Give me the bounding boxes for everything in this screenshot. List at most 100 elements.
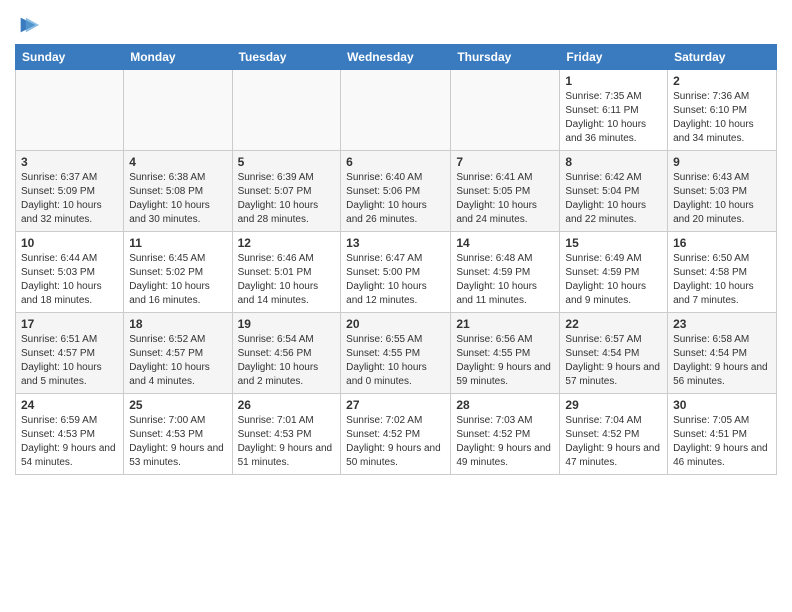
calendar-day-cell <box>16 70 124 151</box>
calendar-week-row: 3 Sunrise: 6:37 AM Sunset: 5:09 PM Daylig… <box>16 151 777 232</box>
day-detail: Sunrise: 6:48 AM Sunset: 4:59 PM Dayligh… <box>456 252 554 308</box>
day-number: 10 <box>21 236 118 250</box>
calendar-day-cell: 10 Sunrise: 6:44 AM Sunset: 5:03 PM Dayli… <box>16 232 124 313</box>
calendar-day-header: Sunday <box>16 45 124 70</box>
day-detail: Sunrise: 6:55 AM Sunset: 4:55 PM Dayligh… <box>346 333 445 389</box>
day-detail: Sunrise: 7:01 AM Sunset: 4:53 PM Dayligh… <box>238 414 336 470</box>
day-detail: Sunrise: 6:37 AM Sunset: 5:09 PM Dayligh… <box>21 171 118 227</box>
calendar-day-cell <box>341 70 451 151</box>
day-number: 7 <box>456 155 554 169</box>
day-detail: Sunrise: 6:54 AM Sunset: 4:56 PM Dayligh… <box>238 333 336 389</box>
calendar-day-header: Tuesday <box>232 45 341 70</box>
logo <box>15 14 39 36</box>
day-detail: Sunrise: 6:40 AM Sunset: 5:06 PM Dayligh… <box>346 171 445 227</box>
day-number: 6 <box>346 155 445 169</box>
calendar-day-cell: 23 Sunrise: 6:58 AM Sunset: 4:54 PM Dayli… <box>668 313 777 394</box>
calendar-day-cell: 19 Sunrise: 6:54 AM Sunset: 4:56 PM Dayli… <box>232 313 341 394</box>
day-number: 11 <box>129 236 226 250</box>
day-number: 27 <box>346 398 445 412</box>
calendar-day-cell: 4Sunrise: 6:38 AM Sunset: 5:08 PM Daylig… <box>124 151 232 232</box>
calendar-day-cell: 22Sunrise: 6:57 AM Sunset: 4:54 PM Dayli… <box>560 313 668 394</box>
calendar-day-cell: 7 Sunrise: 6:41 AM Sunset: 5:05 PM Daylig… <box>451 151 560 232</box>
calendar-day-cell: 14 Sunrise: 6:48 AM Sunset: 4:59 PM Dayli… <box>451 232 560 313</box>
calendar-day-cell: 27 Sunrise: 7:02 AM Sunset: 4:52 PM Dayli… <box>341 394 451 475</box>
day-detail: Sunrise: 7:35 AM Sunset: 6:11 PM Dayligh… <box>565 90 662 146</box>
day-detail: Sunrise: 6:56 AM Sunset: 4:55 PM Dayligh… <box>456 333 554 389</box>
calendar-week-row: 10 Sunrise: 6:44 AM Sunset: 5:03 PM Dayli… <box>16 232 777 313</box>
day-detail: Sunrise: 6:51 AM Sunset: 4:57 PM Dayligh… <box>21 333 118 389</box>
day-detail: Sunrise: 6:47 AM Sunset: 5:00 PM Dayligh… <box>346 252 445 308</box>
calendar-day-cell <box>124 70 232 151</box>
calendar-day-cell: 26 Sunrise: 7:01 AM Sunset: 4:53 PM Dayli… <box>232 394 341 475</box>
calendar-day-cell: 3 Sunrise: 6:37 AM Sunset: 5:09 PM Daylig… <box>16 151 124 232</box>
day-detail: Sunrise: 6:49 AM Sunset: 4:59 PM Dayligh… <box>565 252 662 308</box>
day-number: 28 <box>456 398 554 412</box>
calendar-day-header: Thursday <box>451 45 560 70</box>
calendar-day-header: Friday <box>560 45 668 70</box>
day-detail: Sunrise: 6:57 AM Sunset: 4:54 PM Dayligh… <box>565 333 662 389</box>
calendar-day-cell: 1Sunrise: 7:35 AM Sunset: 6:11 PM Daylig… <box>560 70 668 151</box>
calendar-day-cell: 17 Sunrise: 6:51 AM Sunset: 4:57 PM Dayli… <box>16 313 124 394</box>
day-detail: Sunrise: 7:00 AM Sunset: 4:53 PM Dayligh… <box>129 414 226 470</box>
calendar-header-row: SundayMondayTuesdayWednesdayThursdayFrid… <box>16 45 777 70</box>
day-detail: Sunrise: 7:04 AM Sunset: 4:52 PM Dayligh… <box>565 414 662 470</box>
day-number: 2 <box>673 74 771 88</box>
calendar-day-cell: 11Sunrise: 6:45 AM Sunset: 5:02 PM Dayli… <box>124 232 232 313</box>
day-detail: Sunrise: 6:39 AM Sunset: 5:07 PM Dayligh… <box>238 171 336 227</box>
day-detail: Sunrise: 6:44 AM Sunset: 5:03 PM Dayligh… <box>21 252 118 308</box>
page-container: SundayMondayTuesdayWednesdayThursdayFrid… <box>0 0 792 490</box>
calendar-day-header: Wednesday <box>341 45 451 70</box>
day-number: 17 <box>21 317 118 331</box>
calendar-week-row: 17 Sunrise: 6:51 AM Sunset: 4:57 PM Dayli… <box>16 313 777 394</box>
calendar-day-cell: 21 Sunrise: 6:56 AM Sunset: 4:55 PM Dayli… <box>451 313 560 394</box>
calendar-day-header: Monday <box>124 45 232 70</box>
day-detail: Sunrise: 7:03 AM Sunset: 4:52 PM Dayligh… <box>456 414 554 470</box>
calendar-day-cell: 8 Sunrise: 6:42 AM Sunset: 5:04 PM Daylig… <box>560 151 668 232</box>
day-number: 14 <box>456 236 554 250</box>
day-number: 4 <box>129 155 226 169</box>
day-number: 20 <box>346 317 445 331</box>
calendar-day-cell <box>232 70 341 151</box>
day-detail: Sunrise: 6:42 AM Sunset: 5:04 PM Dayligh… <box>565 171 662 227</box>
day-number: 25 <box>129 398 226 412</box>
calendar-day-cell: 30Sunrise: 7:05 AM Sunset: 4:51 PM Dayli… <box>668 394 777 475</box>
calendar-day-cell: 18Sunrise: 6:52 AM Sunset: 4:57 PM Dayli… <box>124 313 232 394</box>
calendar-day-cell: 29 Sunrise: 7:04 AM Sunset: 4:52 PM Dayli… <box>560 394 668 475</box>
day-detail: Sunrise: 6:43 AM Sunset: 5:03 PM Dayligh… <box>673 171 771 227</box>
calendar-week-row: 24 Sunrise: 6:59 AM Sunset: 4:53 PM Dayli… <box>16 394 777 475</box>
calendar-day-cell: 12 Sunrise: 6:46 AM Sunset: 5:01 PM Dayli… <box>232 232 341 313</box>
day-number: 23 <box>673 317 771 331</box>
day-number: 8 <box>565 155 662 169</box>
day-number: 21 <box>456 317 554 331</box>
page-header <box>15 10 777 36</box>
calendar-day-cell: 20 Sunrise: 6:55 AM Sunset: 4:55 PM Dayli… <box>341 313 451 394</box>
day-detail: Sunrise: 7:36 AM Sunset: 6:10 PM Dayligh… <box>673 90 771 146</box>
day-detail: Sunrise: 6:46 AM Sunset: 5:01 PM Dayligh… <box>238 252 336 308</box>
day-number: 19 <box>238 317 336 331</box>
calendar-day-cell: 24 Sunrise: 6:59 AM Sunset: 4:53 PM Dayli… <box>16 394 124 475</box>
calendar-table: SundayMondayTuesdayWednesdayThursdayFrid… <box>15 44 777 475</box>
day-detail: Sunrise: 6:59 AM Sunset: 4:53 PM Dayligh… <box>21 414 118 470</box>
calendar-day-cell: 13Sunrise: 6:47 AM Sunset: 5:00 PM Dayli… <box>341 232 451 313</box>
day-number: 24 <box>21 398 118 412</box>
calendar-day-header: Saturday <box>668 45 777 70</box>
calendar-day-cell: 16 Sunrise: 6:50 AM Sunset: 4:58 PM Dayli… <box>668 232 777 313</box>
day-detail: Sunrise: 6:52 AM Sunset: 4:57 PM Dayligh… <box>129 333 226 389</box>
day-detail: Sunrise: 6:58 AM Sunset: 4:54 PM Dayligh… <box>673 333 771 389</box>
calendar-week-row: 1Sunrise: 7:35 AM Sunset: 6:11 PM Daylig… <box>16 70 777 151</box>
day-detail: Sunrise: 6:50 AM Sunset: 4:58 PM Dayligh… <box>673 252 771 308</box>
day-number: 5 <box>238 155 336 169</box>
day-number: 29 <box>565 398 662 412</box>
day-number: 9 <box>673 155 771 169</box>
calendar-day-cell: 28 Sunrise: 7:03 AM Sunset: 4:52 PM Dayli… <box>451 394 560 475</box>
day-number: 3 <box>21 155 118 169</box>
day-detail: Sunrise: 7:05 AM Sunset: 4:51 PM Dayligh… <box>673 414 771 470</box>
calendar-day-cell: 9 Sunrise: 6:43 AM Sunset: 5:03 PM Daylig… <box>668 151 777 232</box>
day-detail: Sunrise: 7:02 AM Sunset: 4:52 PM Dayligh… <box>346 414 445 470</box>
calendar-day-cell: 25 Sunrise: 7:00 AM Sunset: 4:53 PM Dayli… <box>124 394 232 475</box>
day-number: 26 <box>238 398 336 412</box>
day-number: 12 <box>238 236 336 250</box>
day-number: 16 <box>673 236 771 250</box>
calendar-day-cell: 15Sunrise: 6:49 AM Sunset: 4:59 PM Dayli… <box>560 232 668 313</box>
day-detail: Sunrise: 6:41 AM Sunset: 5:05 PM Dayligh… <box>456 171 554 227</box>
